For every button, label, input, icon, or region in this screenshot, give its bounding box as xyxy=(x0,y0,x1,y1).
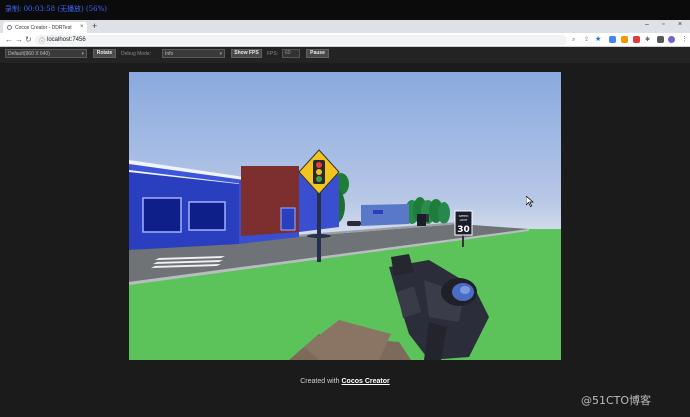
chevron-down-icon: ▾ xyxy=(81,51,84,57)
show-fps-button[interactable]: Show FPS xyxy=(231,49,262,58)
back-icon[interactable]: ← xyxy=(5,35,13,44)
game-canvas[interactable]: SPEED LIMIT 30 xyxy=(129,72,561,360)
share-icon[interactable]: ⇪ xyxy=(584,36,589,45)
avatar[interactable] xyxy=(668,36,675,43)
cocos-creator-link[interactable]: Cocos Creator xyxy=(342,378,390,385)
mouse-cursor-icon xyxy=(526,196,534,207)
recording-status: 录制: 00:03:58 (无播放) (56%) xyxy=(5,5,107,13)
address-bar: ← → ↻ ⓘ localhost:7456 ⌕ ⇪ ★ ✱ ⋮ xyxy=(0,33,690,47)
extension-icon[interactable] xyxy=(621,36,628,43)
browser-tab[interactable]: Cocos Creator - DDRTest × xyxy=(3,22,87,33)
footer-prefix: Created with xyxy=(300,378,342,385)
pause-button[interactable]: Pause xyxy=(306,49,329,58)
fps-input[interactable]: 60 xyxy=(282,49,300,58)
resolution-select[interactable]: Default(960 X 640) ▾ xyxy=(5,49,87,58)
bookmark-star-icon[interactable]: ★ xyxy=(595,35,601,44)
footer: Created with Cocos Creator xyxy=(0,378,690,385)
tab-close-icon[interactable]: × xyxy=(80,24,84,30)
recording-bar: 录制: 00:03:58 (无播放) (56%) xyxy=(0,0,690,20)
sidebar-icon[interactable] xyxy=(657,36,664,43)
rotate-button[interactable]: Rotate xyxy=(93,49,116,58)
info-icon[interactable]: ⓘ xyxy=(39,36,45,45)
debug-mode-label: Debug Mode: xyxy=(121,51,152,57)
debug-mode-value: Info xyxy=(165,51,174,57)
tab-strip: Cocos Creator - DDRTest × xyxy=(0,20,690,33)
resolution-value: Default(960 X 640) xyxy=(8,51,50,57)
forward-icon[interactable]: → xyxy=(15,35,23,44)
puzzle-icon[interactable]: ✱ xyxy=(645,36,650,45)
new-tab-button[interactable]: + xyxy=(92,21,97,31)
extension-icon[interactable] xyxy=(609,36,616,43)
speed-sign-line2: LIMIT xyxy=(460,218,468,222)
game-scene: SPEED LIMIT 30 xyxy=(129,72,561,360)
watermark: @51CTO博客 xyxy=(581,394,652,407)
close-window-button[interactable]: × xyxy=(678,21,682,28)
url-input[interactable]: ⓘ localhost:7456 xyxy=(35,35,567,45)
url-text: localhost:7456 xyxy=(47,37,86,43)
tab-title: Cocos Creator - DDRTest xyxy=(15,25,72,31)
chevron-down-icon: ▾ xyxy=(219,51,222,57)
extension-icon[interactable] xyxy=(633,36,640,43)
speed-sign-value: 30 xyxy=(457,225,470,235)
search-icon[interactable]: ⌕ xyxy=(572,36,575,45)
car xyxy=(347,221,361,226)
reload-icon[interactable]: ↻ xyxy=(25,35,32,44)
maximize-button[interactable]: ▫ xyxy=(662,21,664,28)
menu-icon[interactable]: ⋮ xyxy=(681,35,688,44)
favicon-icon xyxy=(7,25,12,30)
preview-toolbar: Default(960 X 640) ▾ Rotate Debug Mode: … xyxy=(0,47,690,63)
fps-label: FPS: xyxy=(267,51,279,57)
minimize-button[interactable]: – xyxy=(645,21,649,28)
debug-mode-select[interactable]: Info ▾ xyxy=(162,49,225,58)
